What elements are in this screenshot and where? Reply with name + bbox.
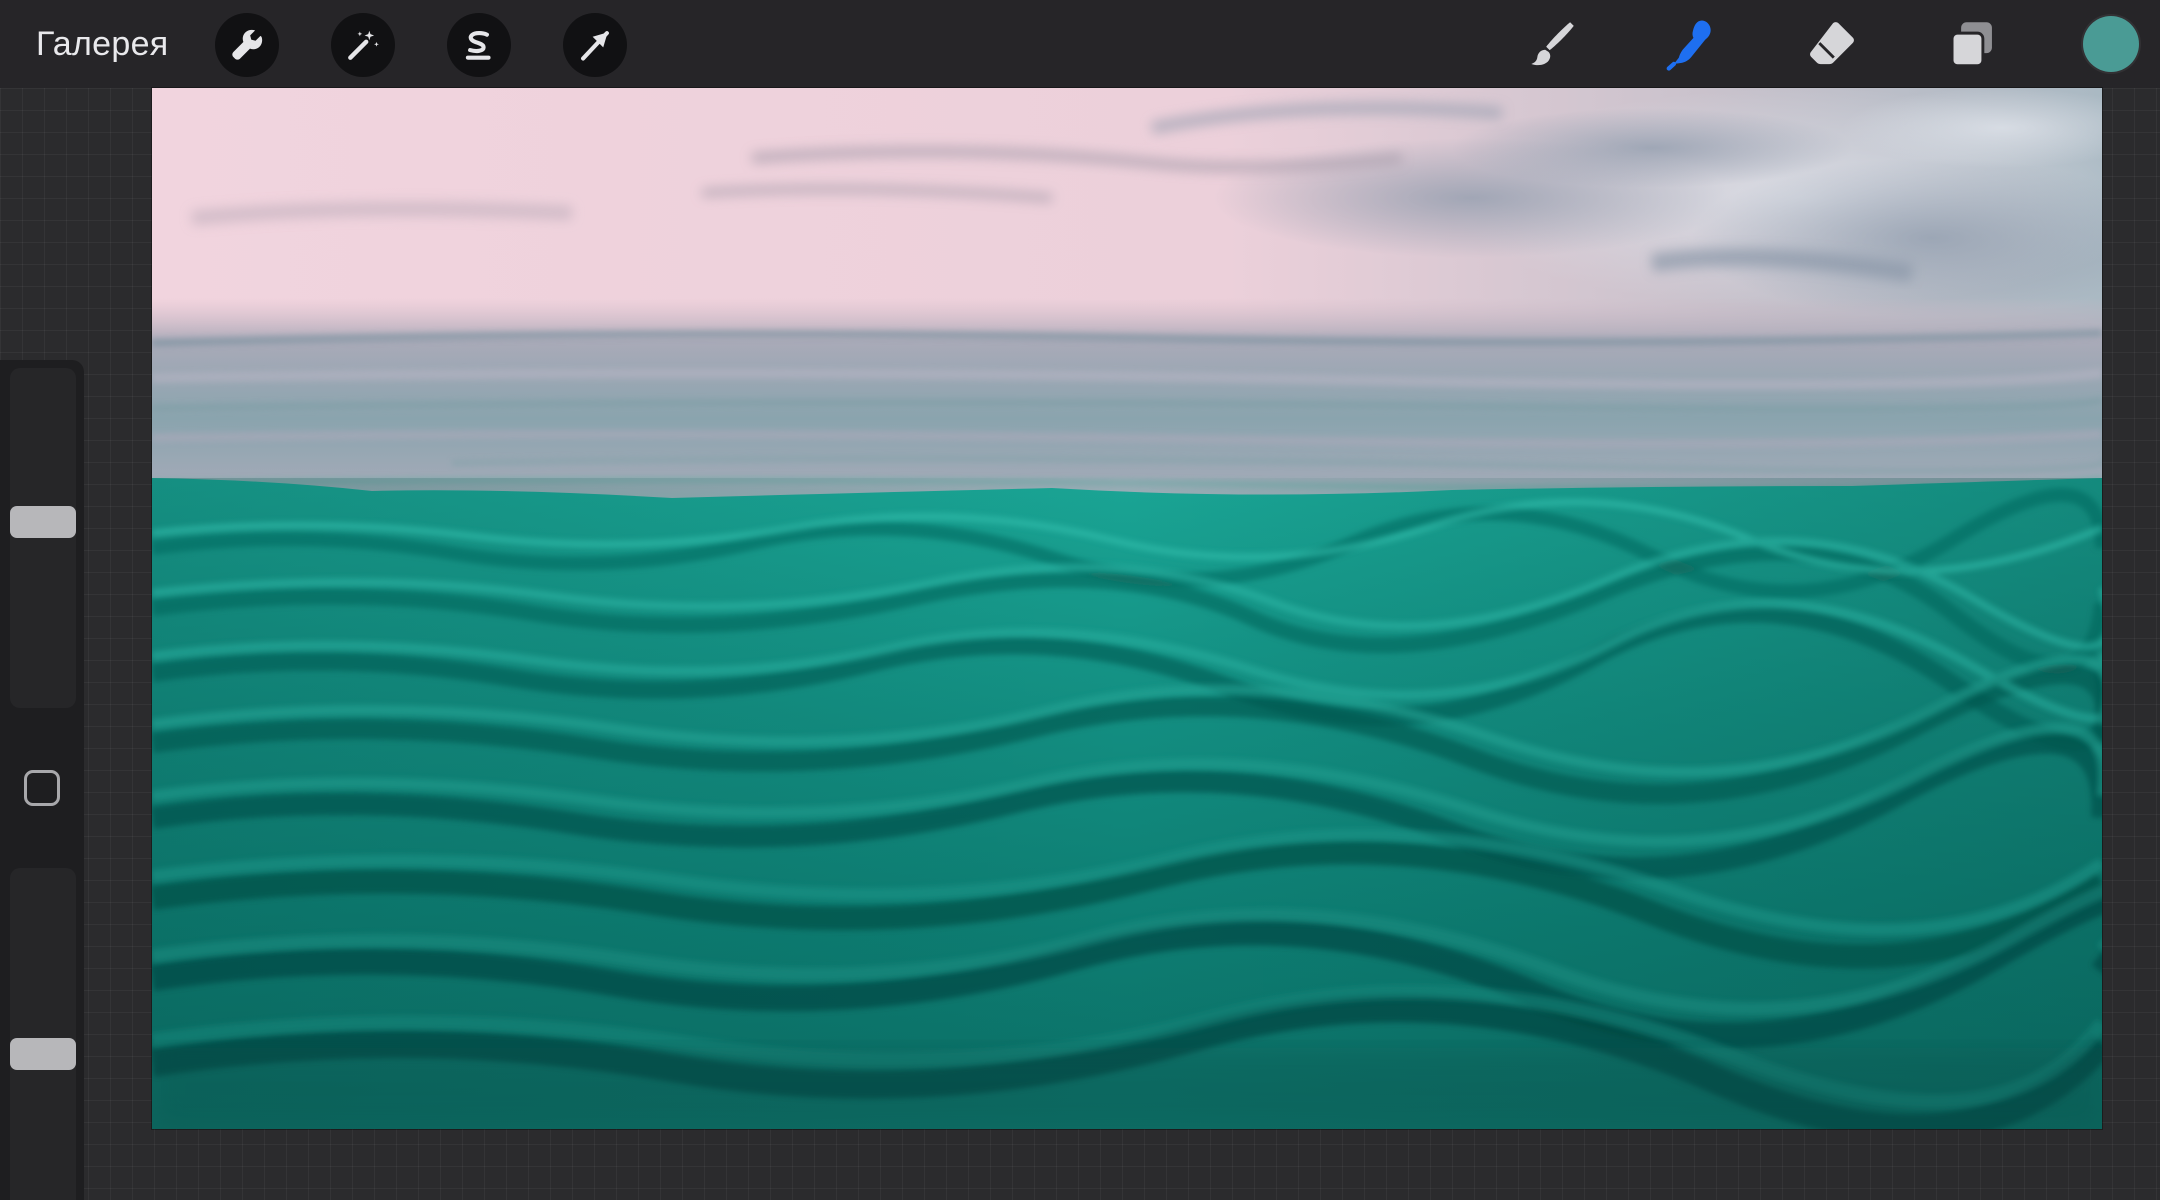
actions-button[interactable] <box>215 13 279 77</box>
transform-button[interactable] <box>563 13 627 77</box>
brush-tool-button[interactable] <box>1520 12 1584 76</box>
modify-square-button[interactable] <box>24 770 60 806</box>
selection-s-icon <box>465 31 491 60</box>
layers-icon <box>1950 22 1992 68</box>
procreate-app: Галерея <box>0 0 2160 1200</box>
seascape-artwork <box>152 88 2102 1129</box>
layers-button[interactable] <box>1940 12 2004 76</box>
eraser-icon <box>1810 22 1854 65</box>
brush-size-slider[interactable] <box>10 368 76 708</box>
left-sidebar <box>0 360 84 1200</box>
color-picker-button[interactable] <box>2083 16 2139 72</box>
drawing-canvas[interactable] <box>152 88 2102 1129</box>
eraser-tool-button[interactable] <box>1800 12 1864 76</box>
adjustments-button[interactable] <box>331 13 395 77</box>
gallery-button[interactable]: Галерея <box>36 20 169 68</box>
brush-icon <box>1531 22 1574 66</box>
smudge-tool-button[interactable] <box>1660 12 1724 76</box>
top-toolbar: Галерея <box>0 0 2160 88</box>
wrench-icon <box>232 29 263 60</box>
brush-size-slider-thumb[interactable] <box>10 506 76 538</box>
arrow-cursor-icon <box>581 31 609 61</box>
opacity-slider[interactable] <box>10 868 76 1200</box>
smudge-finger-icon <box>1666 20 1711 71</box>
selection-button[interactable] <box>447 13 511 77</box>
opacity-slider-thumb[interactable] <box>10 1038 76 1070</box>
magic-wand-icon <box>348 30 379 60</box>
